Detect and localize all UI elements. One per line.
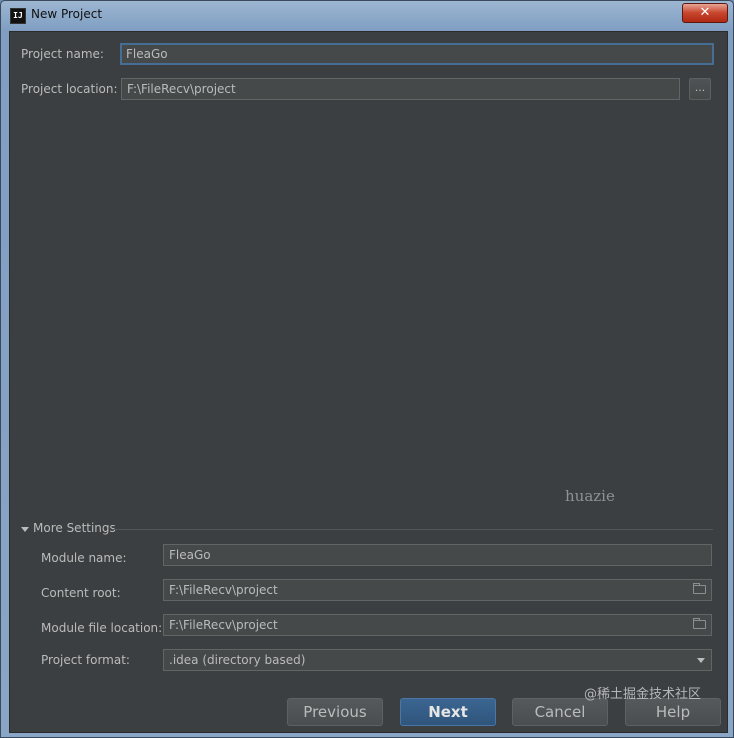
module-file-location-label: Module file location: [41, 621, 163, 635]
project-location-label: Project location: [21, 82, 118, 96]
content-root-label: Content root: [41, 586, 121, 600]
dialog-content: Project name: FleaGo Project location: F… [9, 31, 728, 733]
project-name-label: Project name: [21, 47, 104, 61]
project-format-value: .idea (directory based) [169, 653, 306, 667]
module-file-location-value: F:\FileRecv\project [169, 618, 278, 632]
browse-location-button[interactable]: ... [689, 78, 711, 100]
module-name-label: Module name: [41, 551, 127, 565]
project-format-label: Project format: [41, 653, 130, 667]
content-root-value: F:\FileRecv\project [169, 583, 278, 597]
folder-open-icon[interactable] [693, 583, 706, 594]
window-frame: IJ New Project ✕ Project name: FleaGo Pr… [0, 0, 734, 738]
chevron-down-icon[interactable] [21, 527, 29, 532]
dropdown-arrow-icon [697, 658, 705, 663]
module-name-input[interactable]: FleaGo [163, 544, 712, 566]
more-settings-divider [112, 529, 713, 530]
cancel-button[interactable]: Cancel [512, 698, 608, 726]
close-icon: ✕ [699, 5, 711, 20]
content-root-input[interactable]: F:\FileRecv\project [163, 579, 712, 601]
watermark: huazie [565, 487, 615, 505]
previous-button[interactable]: Previous [287, 698, 383, 726]
intellij-app-icon: IJ [10, 8, 26, 24]
folder-open-icon[interactable] [693, 618, 706, 629]
project-format-select[interactable]: .idea (directory based) [163, 649, 712, 671]
more-settings-toggle[interactable]: More Settings [33, 521, 116, 535]
next-button[interactable]: Next [400, 698, 496, 726]
help-button[interactable]: Help [625, 698, 721, 726]
project-location-input[interactable]: F:\FileRecv\project [121, 78, 680, 100]
window-title: New Project [31, 7, 103, 21]
project-name-input[interactable]: FleaGo [120, 43, 714, 65]
title-bar[interactable]: IJ New Project ✕ [1, 1, 733, 29]
module-file-location-input[interactable]: F:\FileRecv\project [163, 614, 712, 636]
close-button[interactable]: ✕ [682, 3, 728, 23]
corner-watermark: @稀土掘金技术社区 [584, 687, 702, 702]
